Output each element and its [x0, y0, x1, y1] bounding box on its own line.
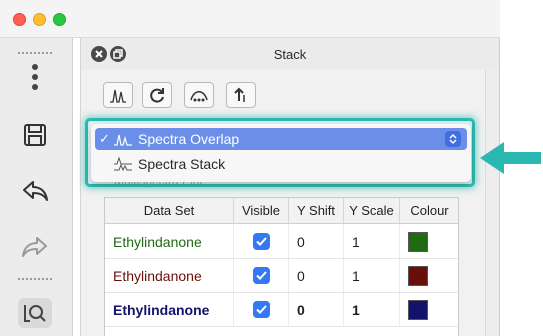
panel-header: Stack [81, 38, 499, 70]
close-window-button[interactable] [13, 13, 26, 26]
visible-checkbox[interactable] [252, 301, 270, 318]
dataset-table: Data Set Visible Y Shift Y Scale Colour … [104, 197, 459, 336]
table-row[interactable]: Ethylindanone 0 1 [105, 259, 458, 293]
column-header-colour[interactable]: Colour [400, 198, 459, 223]
dataset-name: Ethylindanone [105, 259, 234, 292]
colour-swatch[interactable] [408, 299, 428, 320]
table-row[interactable]: Ethylindanone 0 1 [105, 293, 458, 327]
column-header-yscale[interactable]: Y Scale [344, 198, 400, 223]
option-spectra-overlap[interactable]: ✓ Spectra Overlap [95, 128, 467, 150]
column-header-yshift[interactable]: Y Shift [289, 198, 344, 223]
minimize-window-button[interactable] [33, 13, 46, 26]
yshift-value[interactable]: 0 [289, 293, 344, 326]
annotation-arrow-icon [480, 142, 541, 174]
column-header-visible[interactable]: Visible [234, 198, 289, 223]
peak-fit-button[interactable] [184, 82, 214, 108]
colour-swatch[interactable] [408, 265, 428, 286]
refresh-icon [150, 88, 164, 103]
visible-cell [234, 225, 289, 258]
window-titlebar [0, 0, 500, 38]
panel-title: Stack [273, 47, 307, 62]
shift-arrow-button[interactable] [226, 82, 256, 108]
toolbar-separator [18, 52, 52, 54]
yshift-value[interactable]: 0 [289, 259, 344, 292]
dataset-name: Ethylindanone [105, 225, 234, 258]
select-arrows-icon[interactable] [445, 131, 461, 147]
visible-cell [234, 293, 289, 326]
zoom-icon[interactable] [18, 298, 52, 328]
display-mode-dropdown[interactable]: ✓ Spectra Overlap Spectra Stack [91, 124, 471, 182]
spectra-overlay-button[interactable] [103, 82, 133, 108]
redo-icon[interactable] [18, 232, 52, 262]
refresh-button[interactable] [142, 82, 172, 108]
option-label: Spectra Stack [138, 156, 226, 172]
stack-spectra-icon [114, 157, 132, 171]
visible-checkbox[interactable] [252, 267, 270, 284]
overlap-spectra-icon [114, 134, 132, 146]
save-icon[interactable] [18, 120, 52, 150]
yshift-value[interactable]: 0 [289, 225, 344, 258]
table-header: Data Set Visible Y Shift Y Scale Colour [105, 198, 458, 224]
yscale-value[interactable]: 1 [344, 293, 400, 326]
undo-icon[interactable] [18, 176, 52, 206]
dataset-name: Ethylindanone [105, 293, 234, 326]
colour-cell [400, 293, 459, 326]
peak-fit-icon [190, 91, 208, 102]
colour-cell [400, 259, 459, 292]
colour-swatch[interactable] [408, 231, 428, 252]
shift-arrow-icon [234, 87, 245, 102]
visible-cell [234, 259, 289, 292]
option-spectra-stack[interactable]: Spectra Stack [95, 153, 467, 175]
spectra-overlay-icon [110, 89, 126, 103]
more-vertical-icon[interactable] [18, 62, 52, 92]
option-label: Spectra Overlap [138, 131, 240, 147]
colour-cell [400, 225, 459, 258]
checkmark-icon: ✓ [99, 131, 110, 146]
visible-checkbox[interactable] [252, 233, 270, 250]
table-row[interactable]: Ethylindanone 0 1 [105, 225, 458, 259]
column-header-dataset[interactable]: Data Set [105, 198, 234, 223]
left-toolbar [0, 38, 73, 336]
toolbar-separator [18, 278, 52, 280]
yscale-value[interactable]: 1 [344, 259, 400, 292]
panel-scrollbar[interactable] [485, 70, 499, 336]
yscale-value[interactable]: 1 [344, 225, 400, 258]
zoom-window-button[interactable] [53, 13, 66, 26]
